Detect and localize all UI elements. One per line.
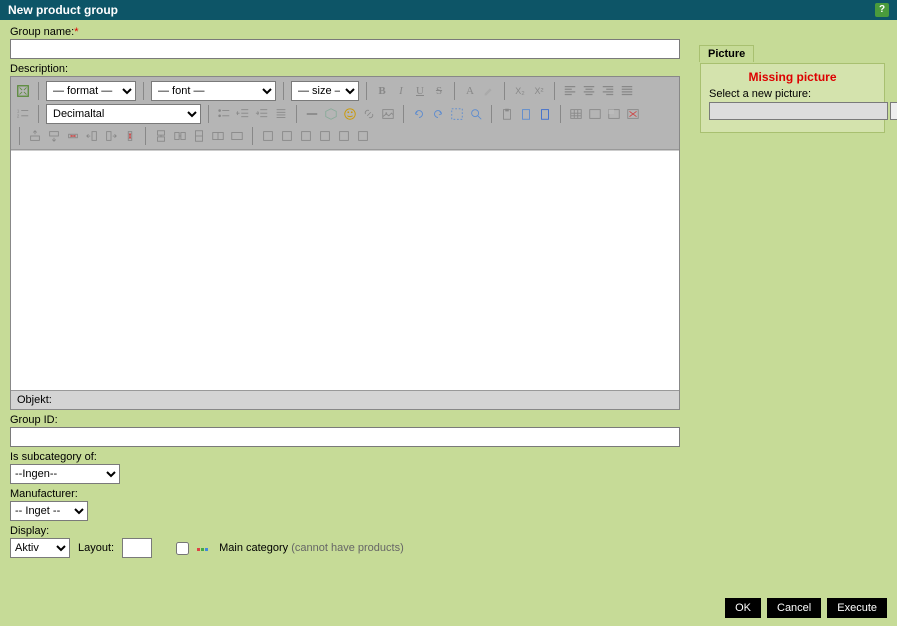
select-picture-label: Select a new picture: <box>709 88 876 100</box>
merge-cells-icon[interactable] <box>229 128 245 144</box>
delete-row-icon[interactable] <box>65 128 81 144</box>
image-icon[interactable] <box>380 106 396 122</box>
hr-icon[interactable] <box>304 106 320 122</box>
indent-icon[interactable] <box>254 106 270 122</box>
titlebar: New product group ? <box>0 0 897 20</box>
main-category-label: Main category (cannot have products) <box>219 542 404 554</box>
table-icon[interactable] <box>568 106 584 122</box>
insert-row-before-icon[interactable] <box>27 128 43 144</box>
misc-icon-1[interactable] <box>260 128 276 144</box>
superscript-icon[interactable]: X² <box>531 83 547 99</box>
merge-right-icon[interactable] <box>172 128 188 144</box>
list-bullet-icon[interactable] <box>216 106 232 122</box>
editor-path: Objekt: <box>11 390 679 409</box>
undo-icon[interactable] <box>411 106 427 122</box>
list-numbered-icon[interactable]: 12 <box>15 106 31 122</box>
size-select[interactable]: — size — <box>291 81 359 101</box>
ok-button[interactable]: OK <box>725 598 761 618</box>
merge-down-icon[interactable] <box>153 128 169 144</box>
outdent-icon[interactable] <box>235 106 251 122</box>
svg-text:2: 2 <box>17 114 20 119</box>
picture-path-input[interactable] <box>709 102 888 120</box>
select-all-icon[interactable] <box>449 106 465 122</box>
cancel-button[interactable]: Cancel <box>767 598 821 618</box>
help-icon[interactable]: ? <box>875 3 889 17</box>
misc-icon-6[interactable] <box>355 128 371 144</box>
manufacturer-select[interactable]: -- Inget -- <box>10 501 88 521</box>
link-icon[interactable] <box>361 106 377 122</box>
subcategory-select[interactable]: --Ingen-- <box>10 464 120 484</box>
description-label: Description: <box>10 63 680 75</box>
align-left-icon[interactable] <box>562 83 578 99</box>
missing-picture-label: Missing picture <box>709 70 876 84</box>
display-label: Display: <box>10 525 680 537</box>
italic-icon[interactable]: I <box>393 83 409 99</box>
editor-textarea[interactable] <box>11 150 679 390</box>
split-vert-icon[interactable] <box>191 128 207 144</box>
manufacturer-label: Manufacturer: <box>10 488 680 500</box>
insert-col-after-icon[interactable] <box>103 128 119 144</box>
align-center-icon[interactable] <box>581 83 597 99</box>
misc-icon-5[interactable] <box>336 128 352 144</box>
picture-tab[interactable]: Picture <box>699 45 754 62</box>
browse-button[interactable]: Browse... <box>890 102 897 120</box>
emoji-icon[interactable] <box>342 106 358 122</box>
svg-text:1: 1 <box>17 108 20 113</box>
group-name-input[interactable] <box>10 39 680 59</box>
align-right-icon[interactable] <box>600 83 616 99</box>
split-horiz-icon[interactable] <box>210 128 226 144</box>
font-select[interactable]: — font — <box>151 81 276 101</box>
align-justify-icon[interactable] <box>619 83 635 99</box>
group-id-input[interactable] <box>10 427 680 447</box>
display-select[interactable]: Aktiv <box>10 538 70 558</box>
main-category-checkbox[interactable] <box>176 542 189 555</box>
group-name-label: Group name:* <box>10 26 680 38</box>
rich-text-editor: — format — — font — — size — B I U S A <box>10 76 680 410</box>
table-cell-icon[interactable] <box>606 106 622 122</box>
misc-icon-3[interactable] <box>298 128 314 144</box>
bold-icon[interactable]: B <box>374 83 390 99</box>
misc-icon-4[interactable] <box>317 128 333 144</box>
insert-col-before-icon[interactable] <box>84 128 100 144</box>
strikethrough-icon[interactable]: S <box>431 83 447 99</box>
misc-icon-2[interactable] <box>279 128 295 144</box>
object-icon[interactable] <box>323 106 339 122</box>
fullscreen-icon[interactable] <box>15 83 31 99</box>
paste-icon[interactable] <box>499 106 515 122</box>
find-icon[interactable] <box>468 106 484 122</box>
paste-word-icon[interactable] <box>537 106 553 122</box>
redo-icon[interactable] <box>430 106 446 122</box>
list-style-select[interactable]: Decimaltal <box>46 104 201 124</box>
insert-row-after-icon[interactable] <box>46 128 62 144</box>
category-tree-icon <box>197 543 211 553</box>
blockquote-icon[interactable] <box>273 106 289 122</box>
table-delete-icon[interactable] <box>625 106 641 122</box>
layout-input[interactable] <box>122 538 152 558</box>
format-select[interactable]: — format — <box>46 81 136 101</box>
window-title: New product group <box>8 3 118 17</box>
highlight-icon[interactable] <box>481 83 497 99</box>
delete-col-icon[interactable] <box>122 128 138 144</box>
paste-text-icon[interactable] <box>518 106 534 122</box>
subcategory-label: Is subcategory of: <box>10 451 680 463</box>
table-props-icon[interactable] <box>587 106 603 122</box>
layout-label: Layout: <box>78 542 114 554</box>
group-id-label: Group ID: <box>10 414 680 426</box>
font-color-icon[interactable]: A <box>462 83 478 99</box>
subscript-icon[interactable]: X₂ <box>512 83 528 99</box>
underline-icon[interactable]: U <box>412 83 428 99</box>
execute-button[interactable]: Execute <box>827 598 887 618</box>
